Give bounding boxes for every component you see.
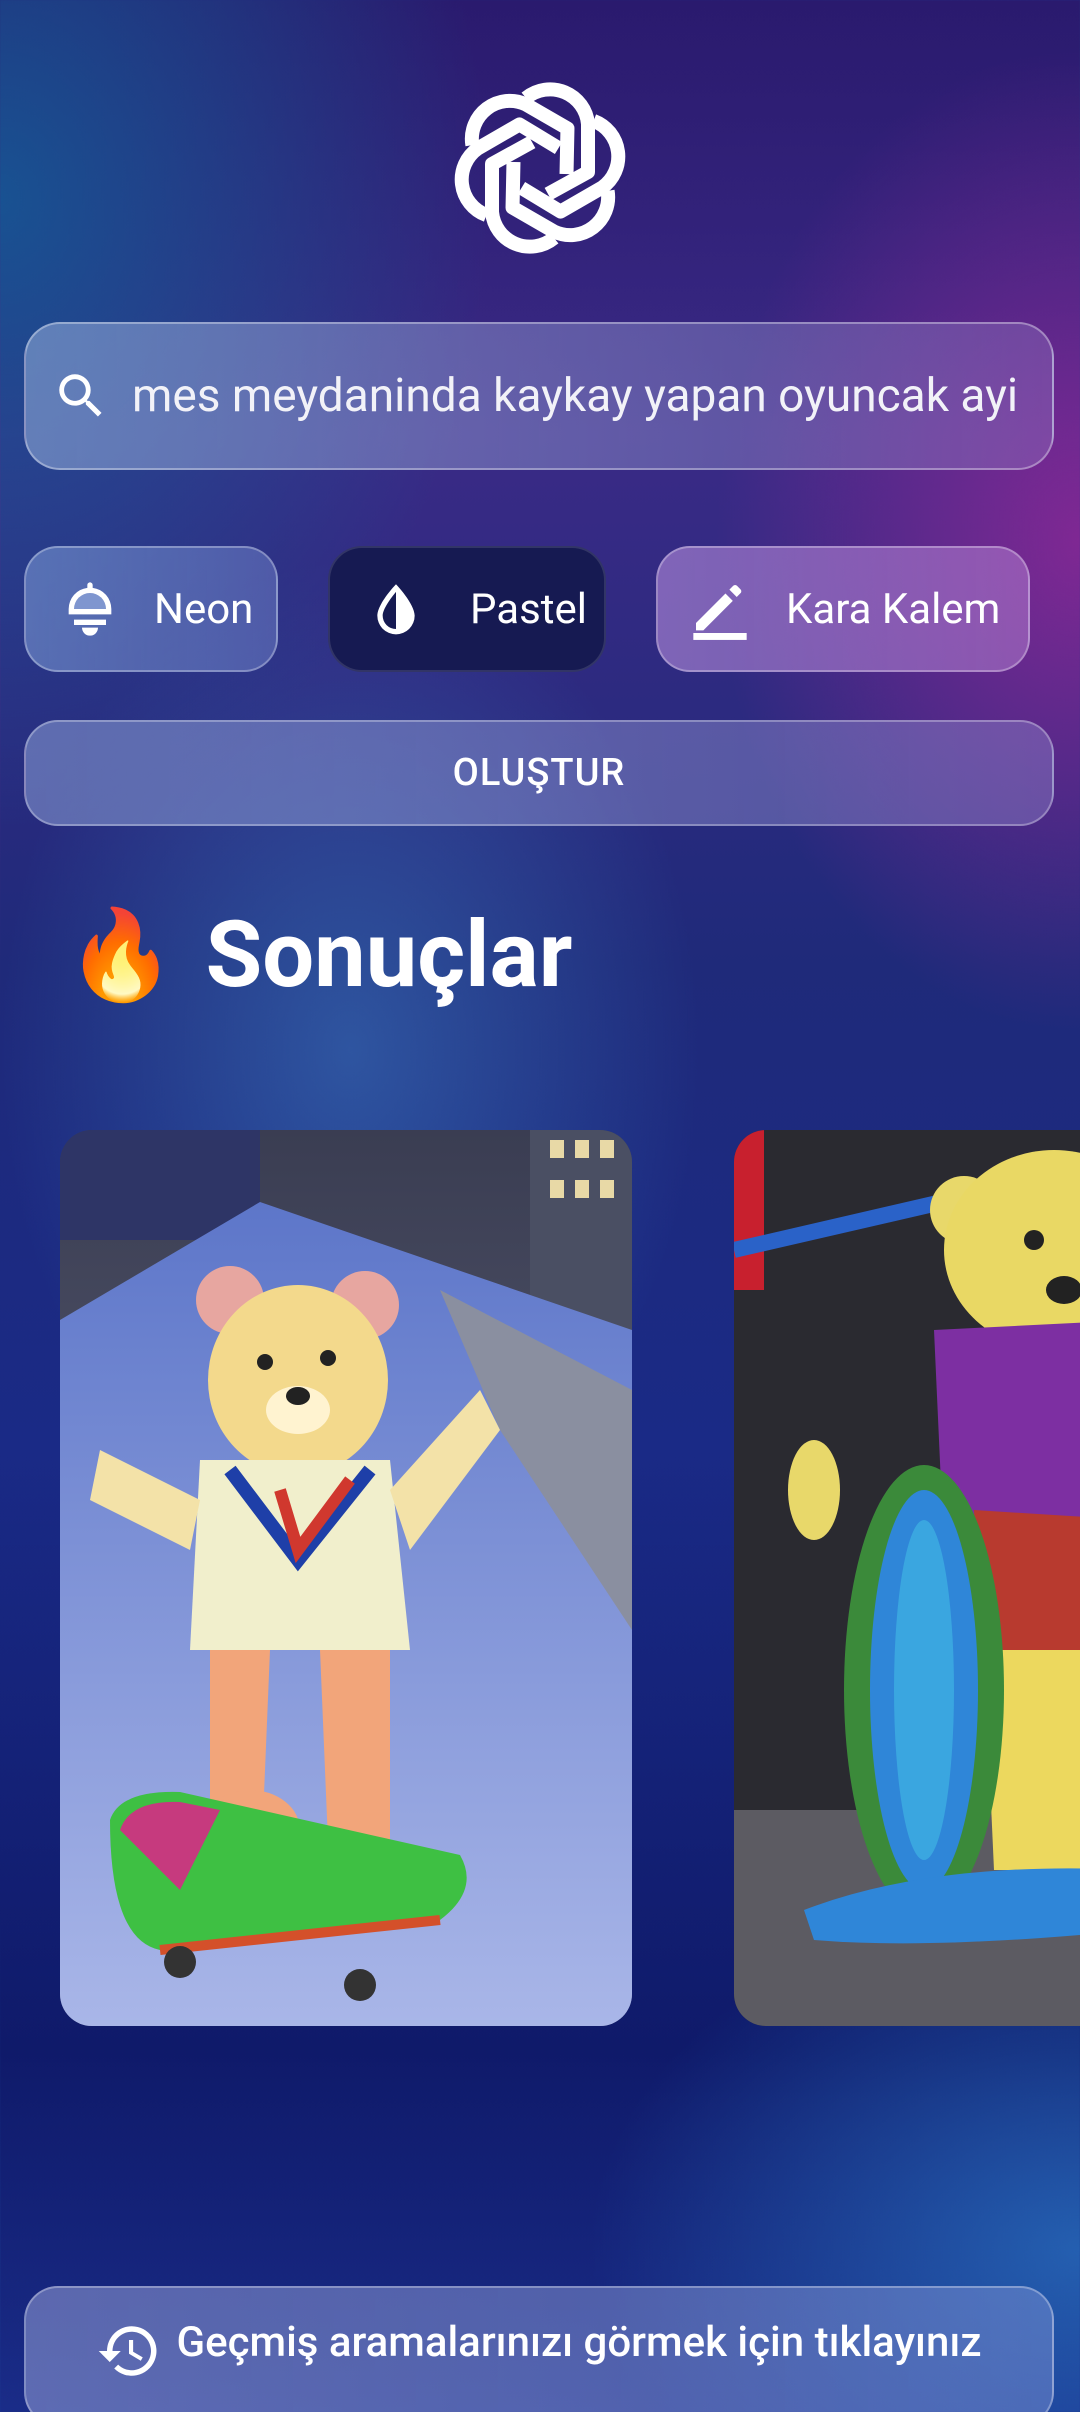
results-heading: 🔥 Sonuçlar xyxy=(66,890,572,1020)
search-input[interactable]: mes meydaninda kaykay yapan oyuncak ayi xyxy=(24,322,1054,470)
result-image-2[interactable] xyxy=(734,1130,1080,2026)
lamp-icon xyxy=(68,582,112,636)
result-image-1[interactable] xyxy=(60,1130,632,2026)
drop-icon xyxy=(377,584,415,635)
search-icon xyxy=(59,374,102,417)
search-query-text[interactable]: mes meydaninda kaykay yapan oyuncak ayi xyxy=(132,369,1052,423)
history-icon xyxy=(99,2326,157,2376)
fire-icon: 🔥 xyxy=(66,903,176,1007)
style-chip-kara-kalem[interactable]: Kara Kalem xyxy=(656,546,1030,672)
openai-logo-icon xyxy=(440,68,640,268)
style-chip-neon[interactable]: Neon xyxy=(24,546,278,672)
results-title: Sonuçlar xyxy=(205,901,573,1009)
style-chip-pastel[interactable]: Pastel xyxy=(328,546,606,672)
style-chip-label: Pastel xyxy=(470,584,588,634)
style-chip-label: Neon xyxy=(154,584,254,634)
style-chip-label: Kara Kalem xyxy=(786,584,1001,634)
pencil-icon xyxy=(693,585,747,640)
history-button[interactable]: Geçmiş aramalarınızı görmek için tıklayı… xyxy=(24,2286,1054,2412)
history-button-label: Geçmiş aramalarınızı görmek için tıklayı… xyxy=(176,2318,982,2367)
create-button[interactable]: OLUŞTUR xyxy=(24,720,1054,826)
